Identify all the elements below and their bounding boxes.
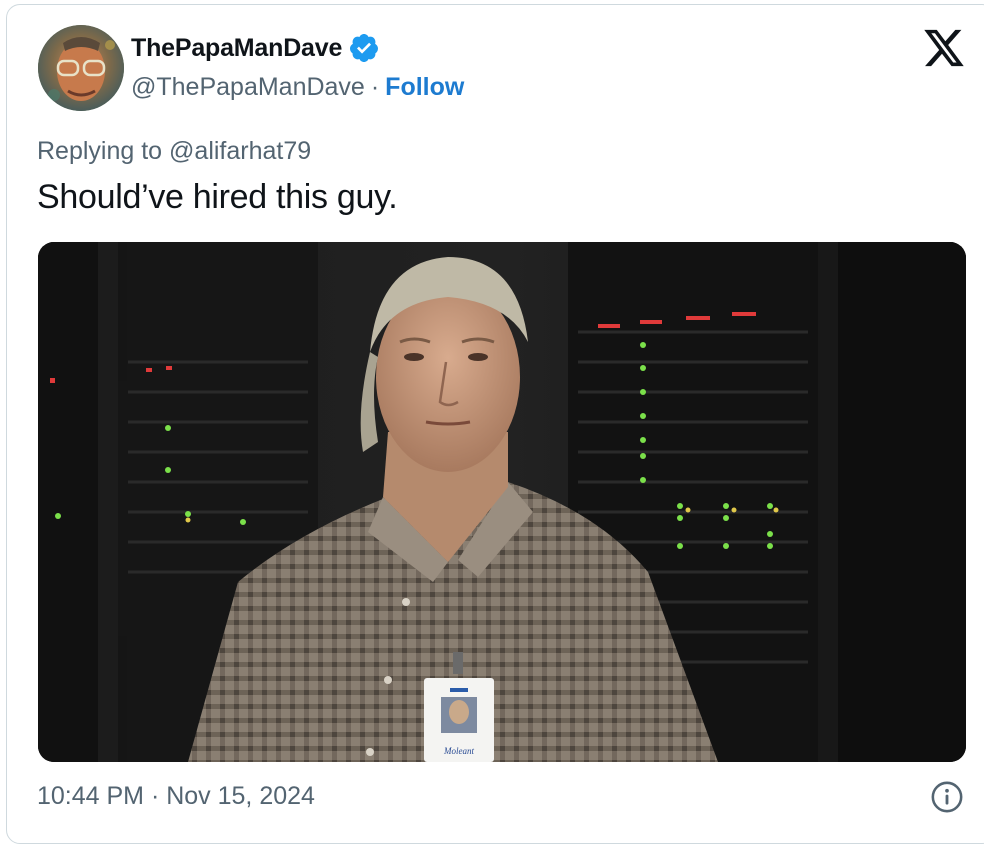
avatar[interactable]: [38, 25, 124, 111]
author-handle-row: @ThePapaManDave · Follow: [131, 73, 464, 102]
author-name-row: ThePapaManDave: [131, 32, 380, 64]
tweet-media[interactable]: Moleant: [38, 242, 966, 762]
tweet-timestamp[interactable]: 10:44 PM · Nov 15, 2024: [37, 782, 315, 811]
x-logo-icon[interactable]: [921, 28, 967, 68]
author-display-name[interactable]: ThePapaManDave: [131, 34, 342, 63]
separator-dot: ·: [370, 73, 380, 101]
info-icon[interactable]: [930, 780, 964, 814]
replying-handle-link[interactable]: @alifarhat79: [169, 137, 311, 165]
verified-badge-icon: [348, 32, 380, 64]
tweet-text: Should’ve hired this guy.: [37, 178, 398, 216]
badge-text: Moleant: [443, 746, 474, 756]
replying-to: Replying to @alifarhat79: [37, 137, 311, 166]
replying-prefix: Replying to: [37, 137, 170, 165]
follow-button[interactable]: Follow: [385, 73, 464, 102]
author-handle[interactable]: @ThePapaManDave: [131, 73, 365, 102]
avatar-image: [38, 25, 124, 111]
media-image: Moleant: [38, 242, 966, 762]
